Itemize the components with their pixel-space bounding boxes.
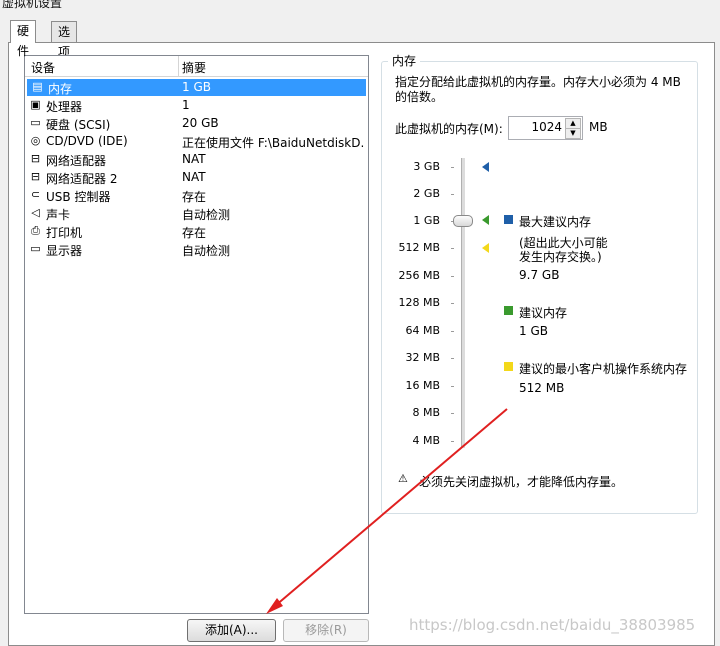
annotation-arrow [266, 408, 508, 614]
watermark: https://blog.csdn.net/baidu_38803985 [409, 616, 696, 634]
tab-hardware[interactable]: 硬件 [10, 20, 37, 58]
